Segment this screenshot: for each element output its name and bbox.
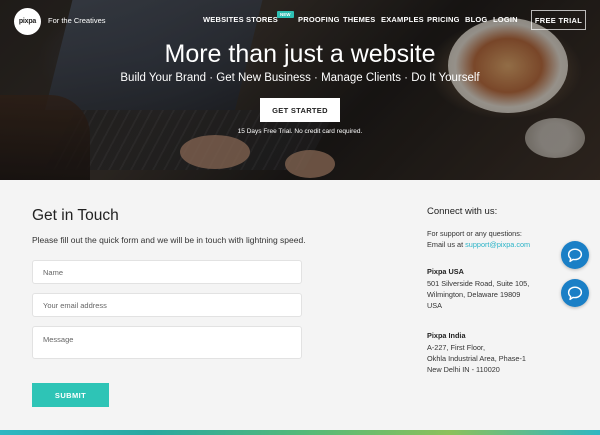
get-started-button[interactable]: GET STARTED [260,98,340,122]
email-prefix: Email us at [427,240,466,249]
usa-address-line: USA [427,301,443,310]
nav-blog[interactable]: BLOG [465,15,487,24]
free-trial-button[interactable]: FREE TRIAL [531,10,586,30]
support-email-line: Email us at support@pixpa.com [427,239,530,251]
contact-form-title: Get in Touch [32,207,119,224]
chat-button[interactable] [561,241,589,269]
brand-tagline: For the Creatives [48,16,106,25]
message-field[interactable] [32,326,302,359]
hero-headline: More than just a website [164,40,436,68]
hero-subhead: Build Your Brand · Get New Business · Ma… [120,72,480,84]
nav-stores[interactable]: STORES [246,15,278,24]
hero-overlay [0,0,600,180]
stores-new-badge: NEW [277,11,294,18]
chat-button[interactable] [561,279,589,307]
connect-title: Connect with us: [427,206,498,217]
nav-themes[interactable]: THEMES [343,15,375,24]
footer-gradient-bar [0,430,600,435]
usa-address-line: Wilmington, Delaware 19809 [427,290,521,299]
email-field[interactable] [32,293,302,317]
contact-form-description: Please fill out the quick form and we wi… [32,235,306,245]
nav-websites[interactable]: WEBSITES [203,15,244,24]
support-email-link[interactable]: support@pixpa.com [465,240,530,249]
nav-login[interactable]: LOGIN [493,15,518,24]
usa-office-title: Pixpa USA [427,267,464,276]
pixpa-logo[interactable]: pixpa [14,8,41,35]
name-field[interactable] [32,260,302,284]
nav-proofing[interactable]: PROOFING [298,15,340,24]
hero-banner [0,0,600,180]
usa-address-line: 501 Silverside Road, Suite 105, [427,279,530,288]
india-address-line: Okhla Industrial Area, Phase-1 [427,354,526,363]
support-text: For support or any questions: [427,229,522,238]
nav-examples[interactable]: EXAMPLES [381,15,424,24]
chat-bubble-icon [567,248,583,262]
chat-bubble-icon [567,286,583,300]
submit-button[interactable]: SUBMIT [32,383,109,407]
nav-pricing[interactable]: PRICING [427,15,460,24]
trial-note: 15 Days Free Trial. No credit card requi… [237,128,363,135]
india-address-line: New Delhi IN - 110020 [427,365,500,374]
india-office-title: Pixpa India [427,331,466,340]
india-address-line: A-227, First Floor, [427,343,485,352]
